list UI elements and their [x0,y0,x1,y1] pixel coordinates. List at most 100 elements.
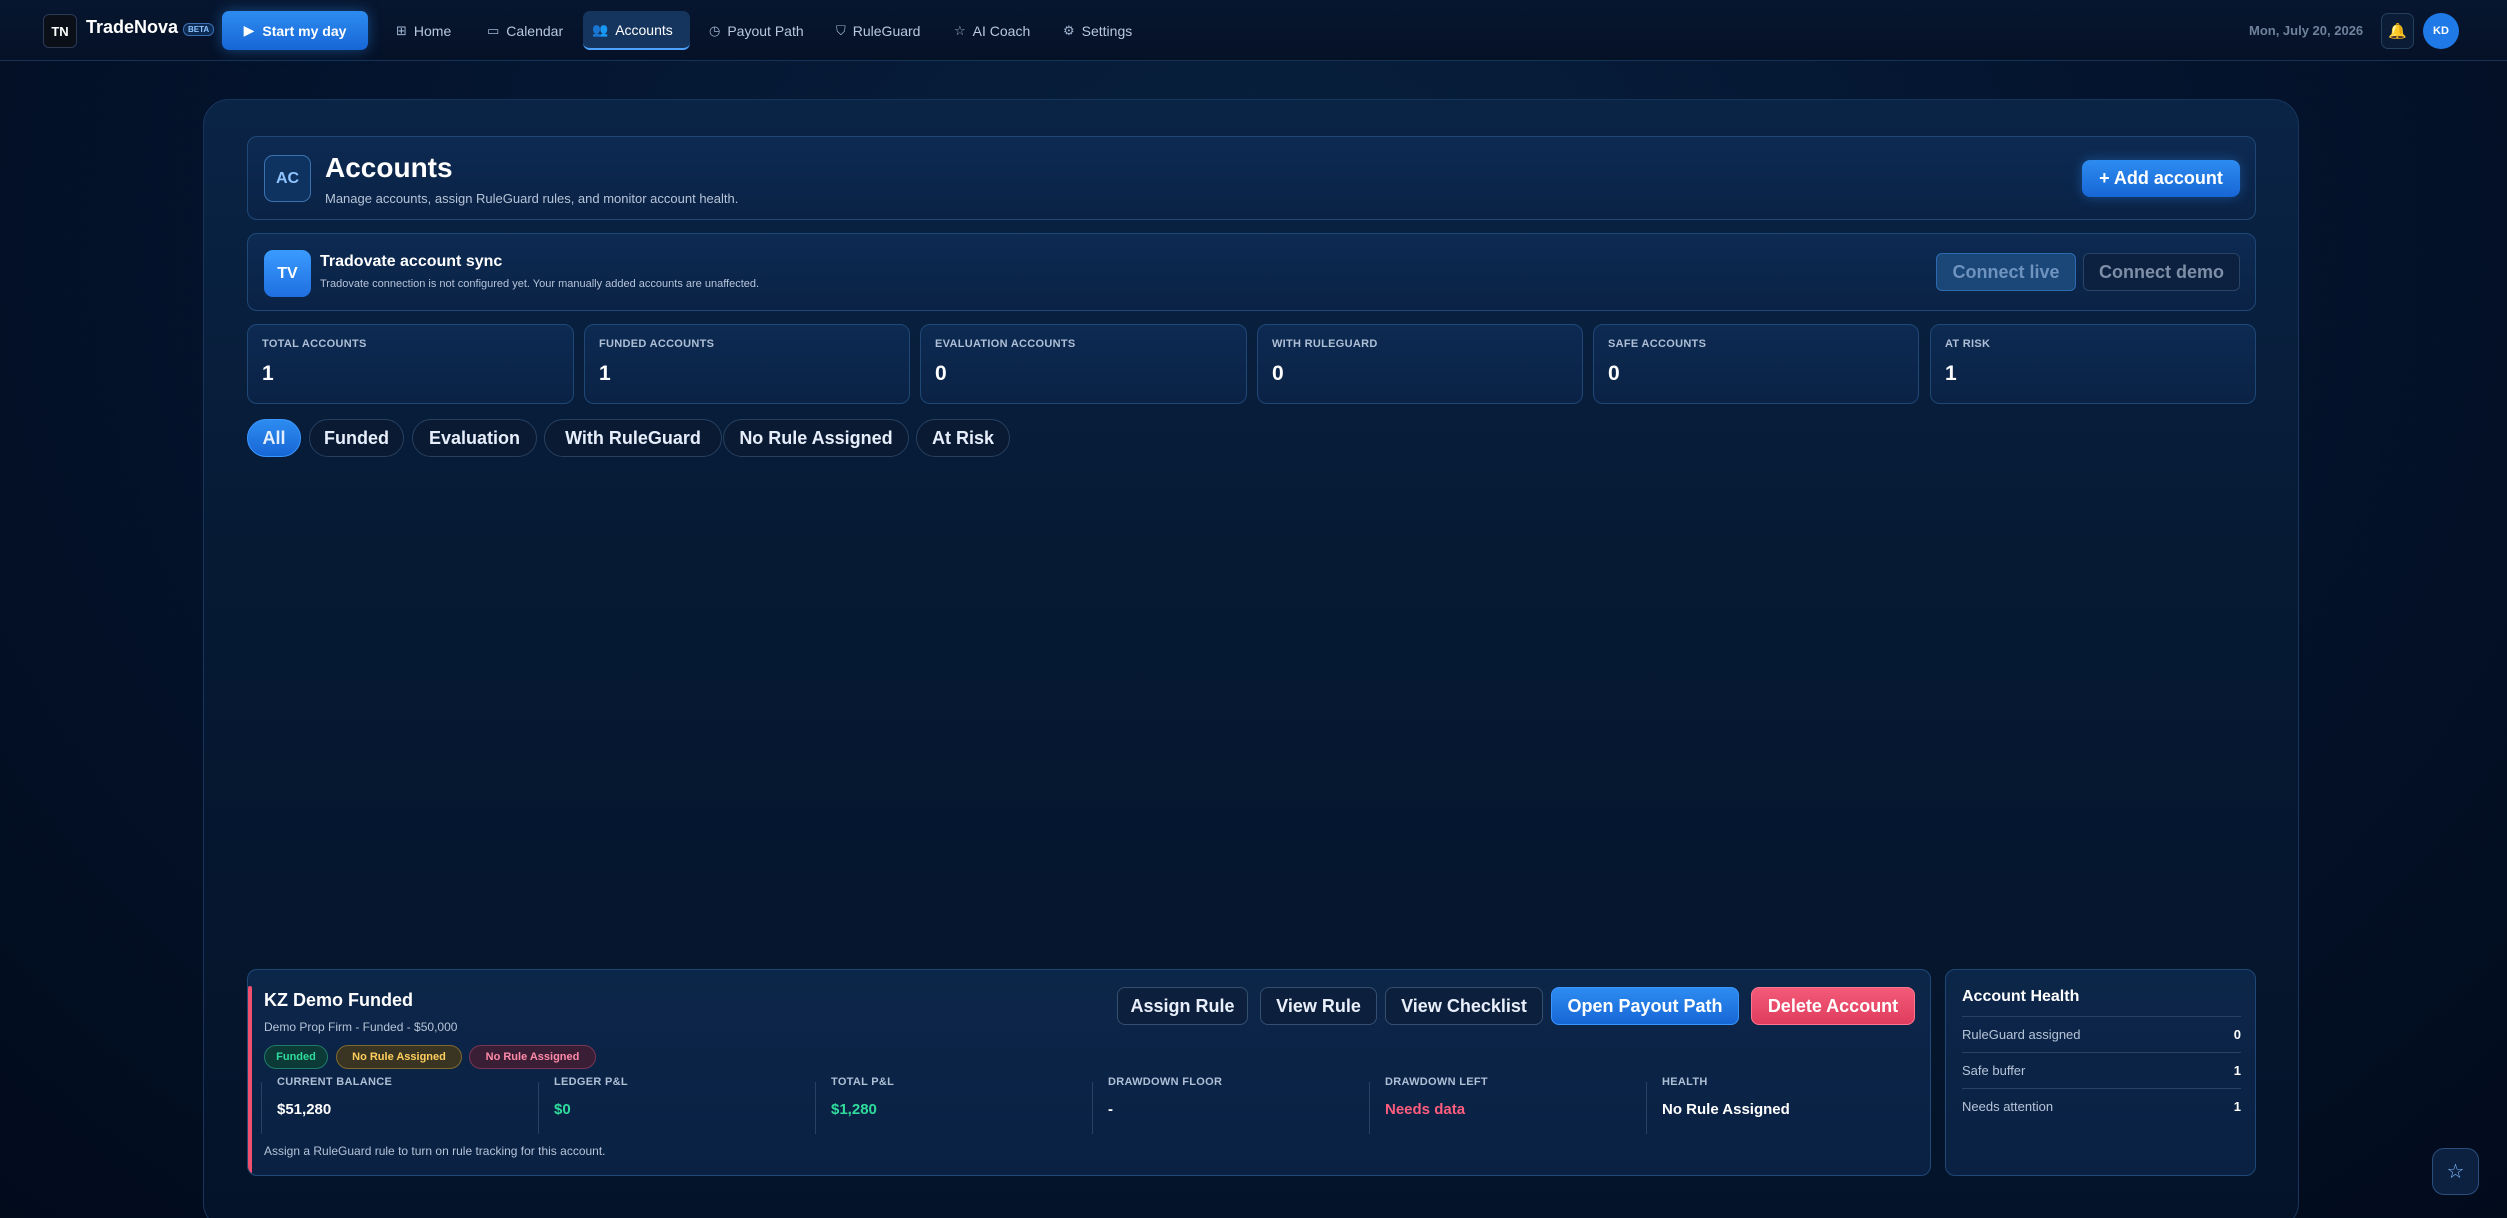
view-checklist-button[interactable]: View Checklist [1385,987,1543,1025]
stat-with-ruleguard: WITH RULEGUARD 0 [1257,324,1583,404]
beta-badge: BETA [183,23,215,36]
metric-divider [1092,1082,1093,1134]
metric-divider [1369,1082,1370,1134]
connect-live-button[interactable]: Connect live [1936,253,2076,291]
filter-no-rule-assigned[interactable]: No Rule Assigned [723,419,909,457]
account-name: KZ Demo Funded [264,990,413,1010]
stat-evaluation-accounts: EVALUATION ACCOUNTS 0 [920,324,1247,404]
bell-icon: 🔔 [2388,23,2407,40]
connect-demo-button[interactable]: Connect demo [2083,253,2240,291]
nav-accounts-label: Accounts [615,21,673,38]
nav-ruleguard-label: RuleGuard [852,22,921,39]
gear-icon: ⚙ [1063,22,1075,38]
stat-value: 1 [1945,362,1957,385]
page-subtitle: Manage accounts, assign RuleGuard rules,… [325,191,739,206]
filter-evaluation[interactable]: Evaluation [412,419,537,457]
shield-icon: ⛉ [836,22,846,38]
stat-at-risk: AT RISK 1 [1930,324,2256,404]
metric-divider [815,1082,816,1134]
metric-value: $0 [554,1101,571,1118]
metric-label: CURRENT BALANCE [277,1076,393,1088]
health-row-safe-buffer: Safe buffer 1 [1962,1052,2241,1088]
star-icon: ☆ [954,22,966,38]
filter-all[interactable]: All [247,419,301,457]
badge-funded: Funded [264,1045,328,1069]
metric-divider [1646,1082,1647,1134]
metric-label: LEDGER P&L [554,1076,628,1088]
nav-calendar[interactable]: ▭ Calendar [478,11,572,50]
users-icon: 👥 [592,21,609,37]
grid-icon: ⊞ [396,22,407,38]
stat-label: WITH RULEGUARD [1272,338,1378,350]
metric-drawdown-floor: DRAWDOWN FLOOR - [1108,1076,1222,1124]
account-card: KZ Demo Funded Demo Prop Firm - Funded -… [247,969,1931,1176]
nav-accounts[interactable]: 👥 Accounts [583,11,690,50]
filter-funded[interactable]: Funded [309,419,404,457]
notifications-button[interactable]: 🔔 [2381,13,2414,49]
nav-settings[interactable]: ⚙ Settings [1054,11,1141,50]
health-row-value: 1 [2233,1063,2241,1078]
metric-label: TOTAL P&L [831,1076,895,1088]
nav-calendar-label: Calendar [506,22,564,39]
brand-name: TradeNova [86,17,179,37]
health-row-label: Safe buffer [1962,1063,2026,1078]
view-rule-button[interactable]: View Rule [1260,987,1377,1025]
metric-divider [261,1082,262,1134]
nav-home-label: Home [413,22,452,39]
accounts-header-card: AC Accounts Manage accounts, assign Rule… [247,136,2256,220]
start-my-day-label: Start my day [262,22,347,39]
add-account-button[interactable]: + Add account [2082,160,2240,197]
stat-value: 0 [935,362,947,385]
filter-with-ruleguard[interactable]: With RuleGuard [544,419,722,457]
risk-indicator-bar [248,986,252,1174]
metric-label: DRAWDOWN FLOOR [1108,1076,1223,1088]
nav-payout-path[interactable]: ◷ Payout Path [700,11,813,50]
health-row-ruleguard-assigned: RuleGuard assigned 0 [1962,1016,2241,1052]
ai-assistant-button[interactable]: ☆ [2432,1148,2479,1195]
user-avatar[interactable]: KD [2423,13,2459,49]
nav-home[interactable]: ⊞ Home [387,11,460,50]
stat-label: EVALUATION ACCOUNTS [935,338,1076,350]
account-subtitle: Demo Prop Firm - Funded - $50,000 [264,1020,458,1034]
stat-value: 1 [262,362,274,385]
sync-subtitle: Tradovate connection is not configured y… [320,278,760,290]
stat-label: FUNDED ACCOUNTS [599,338,715,350]
start-my-day-button[interactable]: ▶ Start my day [222,11,368,50]
accounts-badge-icon: AC [264,155,311,202]
stat-label: SAFE ACCOUNTS [1608,338,1707,350]
nav-payout-path-label: Payout Path [727,22,804,39]
metric-label: HEALTH [1662,1076,1708,1088]
assign-rule-button[interactable]: Assign Rule [1117,987,1248,1025]
open-payout-path-button[interactable]: Open Payout Path [1551,987,1739,1025]
nav-ai-coach-label: AI Coach [972,22,1031,39]
health-row-needs-attention: Needs attention 1 [1962,1088,2241,1124]
logo-text: TN [51,23,69,39]
metric-divider [538,1082,539,1134]
nav-ai-coach[interactable]: ☆ AI Coach [945,11,1039,50]
health-row-value: 0 [2233,1027,2241,1042]
metric-value: - [1108,1101,1113,1118]
current-date: Mon, July 20, 2026 [2249,23,2364,38]
stat-total-accounts: TOTAL ACCOUNTS 1 [247,324,574,404]
badge-health-no-rule: No Rule Assigned [469,1045,596,1069]
metric-value: $51,280 [277,1101,332,1118]
metric-ledger-pnl: LEDGER P&L $0 [554,1076,628,1124]
metric-total-pnl: TOTAL P&L $1,280 [831,1076,894,1124]
calendar-icon: ▭ [487,22,500,38]
metric-label: DRAWDOWN LEFT [1385,1076,1488,1088]
delete-account-button[interactable]: Delete Account [1751,987,1915,1025]
filter-at-risk[interactable]: At Risk [916,419,1010,457]
health-row-value: 1 [2233,1099,2241,1114]
stat-value: 0 [1608,362,1620,385]
tradovate-icon: TV [264,250,311,297]
metric-value: Needs data [1385,1101,1466,1118]
page-title: Accounts [325,152,453,183]
account-health-title: Account Health [1962,988,2080,1005]
brand-logo[interactable]: TN [43,14,77,48]
nav-ruleguard[interactable]: ⛉ RuleGuard [827,11,929,50]
star-icon: ☆ [2446,1161,2465,1183]
metric-current-balance: CURRENT BALANCE $51,280 [277,1076,392,1124]
stat-value: 0 [1272,362,1284,385]
stat-label: AT RISK [1945,338,1991,350]
stat-value: 1 [599,362,611,385]
